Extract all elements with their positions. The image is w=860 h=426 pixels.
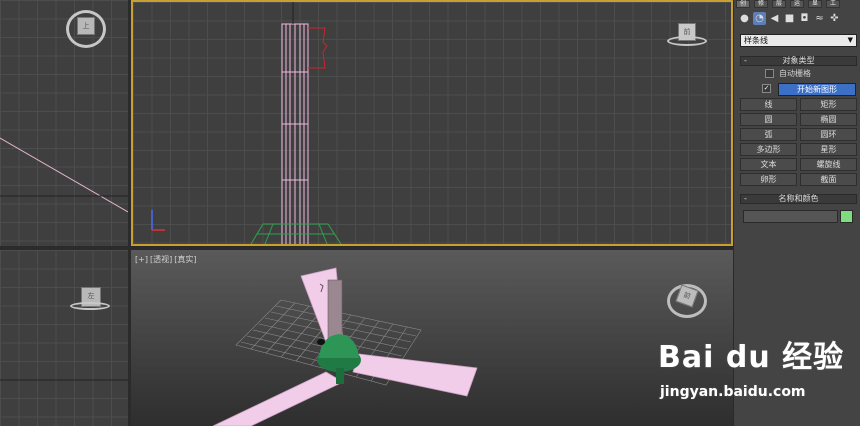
name-color-title: 名称和颜色 (778, 194, 819, 203)
viewcube-top-left[interactable]: 上 (66, 6, 106, 48)
text-button[interactable]: 文本 (740, 158, 797, 171)
viewport-left[interactable]: 左 (0, 250, 128, 426)
object-name-input[interactable] (743, 210, 838, 223)
tab-hierarchy[interactable]: 层 (772, 0, 786, 8)
lights-icon[interactable]: ◀ (768, 12, 781, 25)
auto-grid-label: 自动栅格 (779, 69, 811, 78)
viewcube-perspective[interactable]: 前 (667, 276, 707, 318)
watermark-logo: Bai du 经验 (658, 340, 845, 375)
viewcube-front[interactable]: 前 (667, 12, 707, 52)
chevron-down-icon: ▼ (847, 36, 853, 44)
auto-grid-row: 自动栅格 (740, 68, 857, 81)
ngon-button[interactable]: 多边形 (740, 143, 797, 156)
viewport-front-canvas (151, 2, 342, 244)
viewcube-ring[interactable] (667, 36, 707, 46)
category-dropdown-value: 样条线 (744, 36, 768, 45)
start-new-shape-row: ✓ 开始新图形 (740, 83, 857, 96)
name-color-rollout-header[interactable]: - 名称和颜色 (740, 194, 857, 204)
viewport-perspective[interactable]: [+] [透视] [真实] 前 (131, 250, 733, 426)
collapse-icon: - (744, 56, 747, 65)
viewcube-face[interactable]: 上 (77, 17, 95, 35)
spacewarps-icon[interactable]: ≈ (813, 12, 826, 25)
viewcube-left[interactable]: 左 (70, 276, 110, 316)
fan-blade-left (212, 371, 344, 426)
egg-button[interactable]: 卵形 (740, 173, 797, 186)
object-type-title: 对象类型 (782, 56, 815, 65)
viewport-front[interactable]: 前 (131, 0, 733, 246)
viewport-perspective-canvas (212, 267, 478, 426)
tab-create[interactable]: 创 (736, 0, 750, 8)
spline-line (0, 137, 128, 213)
viewcube-ring[interactable] (70, 302, 110, 310)
line-button[interactable]: 线 (740, 98, 797, 111)
circle-button[interactable]: 圆 (740, 113, 797, 126)
watermark-url: jingyan.baidu.com (660, 384, 806, 400)
pole-wireframe (281, 23, 309, 244)
object-type-rollout-header[interactable]: - 对象类型 (740, 56, 857, 66)
command-panel-tabs: 创 修 层 运 显 工 (736, 0, 840, 8)
baidu-watermark: Bai du 经验 jingyan.baidu.com (658, 332, 858, 426)
helpers-icon[interactable]: ◘ (798, 12, 811, 25)
gizmo-dot (317, 339, 325, 345)
star-button[interactable]: 星形 (800, 143, 857, 156)
fan-blade-right (352, 353, 478, 397)
tab-utilities[interactable]: 工 (826, 0, 840, 8)
rectangle-button[interactable]: 矩形 (800, 98, 857, 111)
object-color-swatch[interactable] (840, 210, 853, 223)
shape-buttons: 线 矩形 圆 椭圆 弧 圆环 多边形 星形 文本 螺旋线 卵形 截面 (740, 98, 857, 186)
create-category-icons: ● ◔ ◀ ■ ◘ ≈ ✜ (738, 12, 841, 25)
fan-pole (327, 279, 343, 343)
base-wireframe (250, 223, 342, 244)
start-new-shape-checkbox[interactable]: ✓ (762, 84, 771, 93)
ellipse-button[interactable]: 椭圆 (800, 113, 857, 126)
section-button[interactable]: 截面 (800, 173, 857, 186)
tab-display[interactable]: 显 (808, 0, 822, 8)
collapse-icon: - (744, 194, 747, 203)
selected-spline (308, 27, 328, 69)
cameras-icon[interactable]: ■ (783, 12, 796, 25)
tab-motion[interactable]: 运 (790, 0, 804, 8)
systems-icon[interactable]: ✜ (828, 12, 841, 25)
start-new-shape-button[interactable]: 开始新图形 (778, 83, 856, 96)
viewport-top-left[interactable]: 上 (0, 0, 128, 246)
auto-grid-checkbox[interactable] (765, 69, 774, 78)
geometry-icon[interactable]: ● (738, 12, 751, 25)
grid-line (275, 305, 417, 337)
category-dropdown[interactable]: 样条线 ▼ (740, 34, 857, 47)
viewport-top-left-canvas (0, 137, 128, 213)
arc-button[interactable]: 弧 (740, 128, 797, 141)
tab-modify[interactable]: 修 (754, 0, 768, 8)
axis-tripod (151, 210, 165, 231)
fan-hub-stem (336, 368, 344, 384)
helix-button[interactable]: 螺旋线 (800, 158, 857, 171)
donut-button[interactable]: 圆环 (800, 128, 857, 141)
shapes-icon[interactable]: ◔ (753, 12, 766, 25)
